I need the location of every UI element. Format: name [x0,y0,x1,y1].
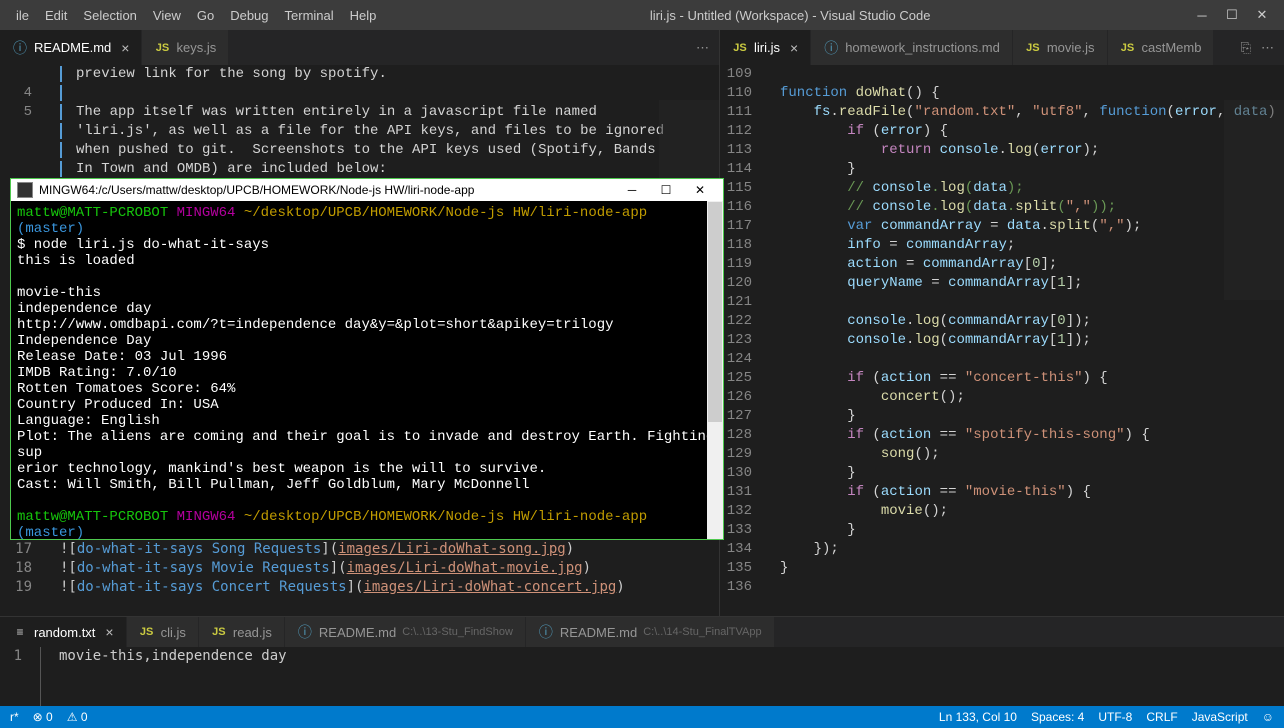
status-item[interactable]: Spaces: 4 [1031,710,1084,724]
more-icon[interactable]: ⋯ [696,40,709,56]
tab-label: movie.js [1047,40,1095,55]
status-item[interactable]: ⚠ 0 [67,710,88,724]
window-close[interactable]: ✕ [1256,9,1268,21]
bottom-code-area[interactable]: 1 movie-this,independence day [0,647,1284,706]
js-icon: JS [154,40,170,56]
menubar: ileEditSelectionViewGoDebugTerminalHelp … [0,0,1284,30]
tab-label: cli.js [161,625,186,640]
js-icon: JS [1120,40,1136,56]
terminal-titlebar[interactable]: MINGW64:/c/Users/mattw/desktop/UPCB/HOME… [11,179,723,201]
bottom-tab[interactable]: ⓘREADME.md C:\..\14-Stu_FinalTVApp [526,617,775,647]
terminal-maximize[interactable]: ☐ [649,183,683,197]
status-item[interactable]: Ln 133, Col 10 [939,710,1017,724]
tab-label: README.md [34,40,111,55]
js-icon: JS [211,624,227,640]
terminal-icon [17,182,33,198]
menu-file[interactable]: ile [8,8,37,23]
bottom-tab[interactable]: ⓘREADME.md C:\..\13-Stu_FindShow [285,617,526,647]
status-item[interactable]: CRLF [1146,710,1177,724]
bottom-editor-content: movie-this,independence day [40,647,287,706]
tab-label: README.md [560,625,637,640]
status-item[interactable]: ☺ [1262,710,1274,724]
tab-label: homework_instructions.md [845,40,1000,55]
status-item[interactable]: r* [10,710,19,724]
minimap[interactable] [1224,100,1284,300]
info-icon: ⓘ [823,40,839,56]
window-minimize[interactable]: ─ [1196,9,1208,21]
close-icon[interactable]: × [786,40,798,56]
info-icon: ⓘ [297,624,313,640]
terminal-window: MINGW64:/c/Users/mattw/desktop/UPCB/HOME… [10,178,724,540]
menu-go[interactable]: Go [189,8,222,23]
terminal-scrollbar[interactable] [707,201,723,539]
bottom-tab[interactable]: ≡ random.txt × [0,617,127,647]
terminal-body[interactable]: mattw@MATT-PCROBOT MINGW64 ~/desktop/UPC… [11,201,723,539]
file-icon: ≡ [12,624,28,640]
tab-label: castMemb [1142,40,1202,55]
terminal-close[interactable]: ✕ [683,183,717,197]
more-icon[interactable]: ⋯ [1261,40,1274,56]
menu-view[interactable]: View [145,8,189,23]
compare-icon[interactable]: ⎘ [1241,40,1251,56]
menu-terminal[interactable]: Terminal [277,8,342,23]
status-item[interactable]: ⊗ 0 [33,710,53,724]
tab-label: keys.js [176,40,216,55]
js-icon: JS [1025,40,1041,56]
right-tab[interactable]: ⓘ homework_instructions.md [811,30,1013,65]
right-tab[interactable]: JS liri.js × [720,30,811,65]
menu-debug[interactable]: Debug [222,8,276,23]
window-title: liri.js - Untitled (Workspace) - Visual … [384,8,1196,23]
bottom-tabbar: ≡random.txt×JScli.jsJSread.jsⓘREADME.md … [0,617,1284,647]
right-tab[interactable]: JS castMemb [1108,30,1215,65]
info-icon: ⓘ [12,40,28,56]
status-item[interactable]: JavaScript [1192,710,1248,724]
terminal-title: MINGW64:/c/Users/mattw/desktop/UPCB/HOME… [39,183,615,197]
close-icon[interactable]: × [101,624,113,640]
statusbar: r* ⊗ 0 ⚠ 0 Ln 133, Col 10 Spaces: 4 UTF-8 CRL… [0,706,1284,728]
window-maximize[interactable]: ☐ [1226,9,1238,21]
right-tabbar: JS liri.js × ⓘ homework_instructions.md JS mov… [720,30,1284,65]
menu-edit[interactable]: Edit [37,8,75,23]
terminal-minimize[interactable]: ─ [615,183,649,197]
info-icon: ⓘ [538,624,554,640]
bottom-tab[interactable]: JS cli.js [127,617,199,647]
menu-help[interactable]: Help [342,8,385,23]
left-tab[interactable]: JS keys.js [142,30,229,65]
left-tabbar: ⓘ README.md × JS keys.js ⋯ [0,30,719,65]
tab-label: README.md [319,625,396,640]
close-icon[interactable]: × [117,40,129,56]
tab-label: random.txt [34,625,95,640]
tab-label: liri.js [754,40,780,55]
editor-right-pane: JS liri.js × ⓘ homework_instructions.md JS mov… [720,30,1284,676]
left-tab[interactable]: ⓘ README.md × [0,30,142,65]
menu-selection[interactable]: Selection [75,8,144,23]
tab-label: read.js [233,625,272,640]
status-item[interactable]: UTF-8 [1098,710,1132,724]
bottom-tab[interactable]: JS read.js [199,617,285,647]
js-icon: JS [732,40,748,56]
js-icon: JS [139,624,155,640]
right-code-area[interactable]: 1091101111121131141151161171181191201211… [720,65,1284,676]
right-tab[interactable]: JS movie.js [1013,30,1108,65]
